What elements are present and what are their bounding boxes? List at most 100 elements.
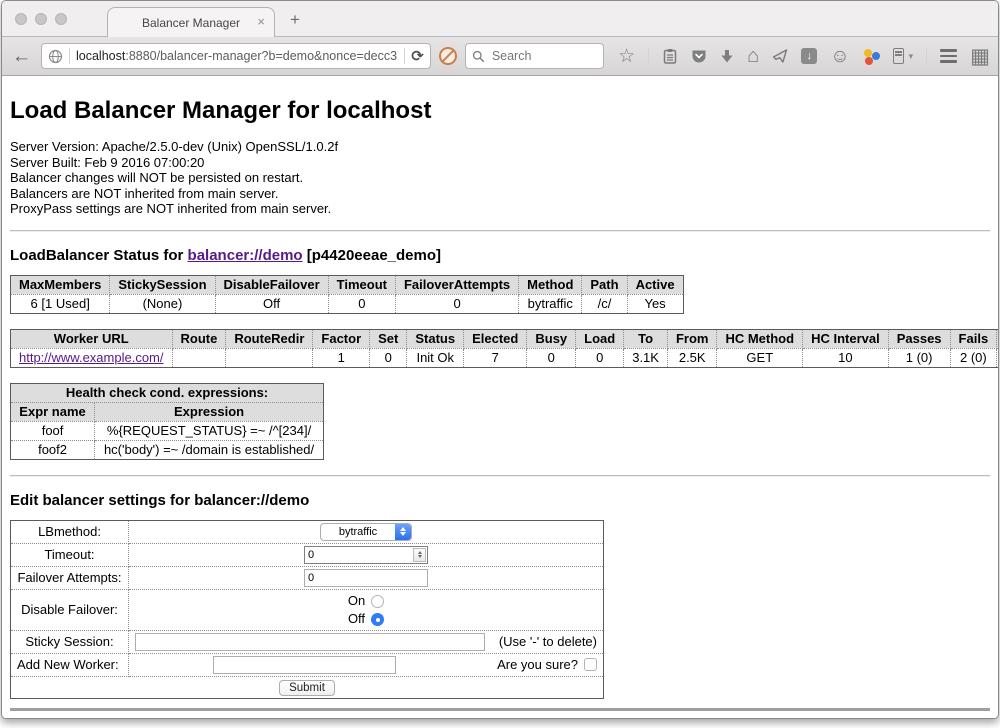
bookmarks-clipboard-icon[interactable] xyxy=(662,48,678,65)
col-busy: Busy xyxy=(527,329,576,348)
cell-maxmembers: 6 [1 Used] xyxy=(11,294,110,313)
sticky-session-input[interactable] xyxy=(135,633,485,651)
add-worker-label: Add New Worker: xyxy=(11,653,129,676)
cell-hc-interval: 10 xyxy=(803,348,889,367)
disable-failover-off-label: Off xyxy=(348,611,365,626)
disable-failover-on-radio[interactable] xyxy=(371,595,384,608)
col-expr-name: Expr name xyxy=(11,402,95,421)
sticky-session-label: Sticky Session: xyxy=(11,630,129,653)
form-row-failover: Failover Attempts: 0 xyxy=(11,566,604,589)
failover-attempts-label: Failover Attempts: xyxy=(11,566,129,589)
table-header-row: Expr name Expression xyxy=(11,402,324,421)
cell-hc-method: GET xyxy=(717,348,803,367)
col-hc-method: HC Method xyxy=(717,329,803,348)
bookmark-star-icon[interactable]: ☆ xyxy=(618,48,635,65)
col-status: Status xyxy=(407,329,464,348)
col-hc-interval: HC Interval xyxy=(803,329,889,348)
sticky-session-hint: (Use '-' to delete) xyxy=(499,634,597,649)
col-factor: Factor xyxy=(313,329,370,348)
cell-passes: 1 (0) xyxy=(888,348,950,367)
browser-window: Balancer Manager × + ← localhost:8880/ba… xyxy=(1,0,999,719)
cell-expression: %{REQUEST_STATUS} =~ /^[234]/ xyxy=(95,421,324,440)
zoom-window-button[interactable] xyxy=(55,13,67,25)
col-fails: Fails xyxy=(950,329,997,348)
downloads-icon[interactable] xyxy=(720,49,734,64)
are-you-sure-checkbox[interactable] xyxy=(584,658,597,671)
cell-elected: 7 xyxy=(464,348,527,367)
url-text[interactable]: localhost:8880/balancer-manager?b=demo&n… xyxy=(76,49,398,63)
cell-factor: 1 xyxy=(313,348,370,367)
new-tab-button[interactable]: + xyxy=(290,11,300,28)
blocked-plugin-icon[interactable] xyxy=(439,47,457,65)
divider xyxy=(10,475,990,477)
timeout-input[interactable]: 0 xyxy=(304,546,428,564)
toolbar-divider xyxy=(926,48,927,64)
table-row: 6 [1 Used] (None) Off 0 0 bytraffic /c/ … xyxy=(11,294,684,313)
select-stepper-icon xyxy=(395,524,411,540)
worker-url-link[interactable]: http://www.example.com/ xyxy=(19,350,164,365)
cell-route xyxy=(172,348,226,367)
disable-failover-off-radio[interactable] xyxy=(371,613,384,626)
cell-timeout: 0 xyxy=(328,294,395,313)
close-window-button[interactable] xyxy=(15,13,27,25)
tab-title: Balancer Manager xyxy=(142,16,240,30)
form-row-disable-failover: Disable Failover: On Off xyxy=(11,589,604,630)
window-controls xyxy=(15,13,67,25)
send-tab-icon[interactable] xyxy=(772,48,788,64)
cell-expr-name: foof2 xyxy=(11,440,95,459)
pocket-icon[interactable] xyxy=(691,49,707,64)
submit-button[interactable]: Submit xyxy=(279,680,335,696)
cell-busy: 0 xyxy=(527,348,576,367)
timeout-value: 0 xyxy=(305,549,413,561)
lbmethod-selected-value: bytraffic xyxy=(321,526,395,538)
add-worker-input[interactable] xyxy=(213,656,396,674)
search-icon xyxy=(472,50,485,63)
number-spinner-icon[interactable] xyxy=(413,548,426,562)
page-content: Load Balancer Manager for localhost Serv… xyxy=(2,76,998,719)
col-method: Method xyxy=(519,275,582,294)
balancer-link[interactable]: balancer://demo xyxy=(188,247,303,264)
minimize-window-button[interactable] xyxy=(35,13,47,25)
back-icon[interactable]: ← xyxy=(10,47,33,66)
table-row: foof2 hc('body') =~ /domain is establish… xyxy=(11,440,324,459)
lbmethod-select[interactable]: bytraffic xyxy=(320,523,412,541)
server-info: Server Version: Apache/2.5.0-dev (Unix) … xyxy=(10,139,990,217)
cell-failoverattempts: 0 xyxy=(395,294,518,313)
cell-to: 3.1K xyxy=(624,348,668,367)
search-bar[interactable] xyxy=(465,43,604,69)
table-title-row: Health check cond. expressions: xyxy=(11,383,324,402)
url-path: :8880/balancer-manager?b=demo&nonce=decc… xyxy=(125,49,398,63)
home-icon[interactable]: ⌂ xyxy=(747,48,759,65)
disable-failover-label: Disable Failover: xyxy=(11,589,129,630)
balancer-status-table: MaxMembers StickySession DisableFailover… xyxy=(10,275,684,314)
search-input[interactable] xyxy=(490,48,590,64)
failover-attempts-input[interactable]: 0 xyxy=(304,569,428,587)
col-failoverattempts: FailoverAttempts xyxy=(395,275,518,294)
form-row-add-worker: Add New Worker: Are you sure? xyxy=(11,653,604,676)
grid-extension-icon[interactable]: ▦ xyxy=(970,48,990,65)
notice-proxypass: ProxyPass settings are NOT inherited fro… xyxy=(10,201,990,217)
toolbar-divider xyxy=(648,48,649,64)
edit-balancer-heading: Edit balancer settings for balancer://de… xyxy=(10,492,990,509)
url-bar[interactable]: localhost:8880/balancer-manager?b=demo&n… xyxy=(41,43,431,69)
save-download-icon[interactable]: ↓ xyxy=(801,48,817,64)
chevron-down-icon[interactable]: ▾ xyxy=(909,48,914,65)
extension-dots-icon[interactable] xyxy=(863,48,880,65)
col-path: Path xyxy=(582,275,627,294)
tab-close-icon[interactable]: × xyxy=(257,15,265,28)
form-row-sticky: Sticky Session: (Use '-' to delete) xyxy=(11,630,604,653)
col-set: Set xyxy=(370,329,407,348)
reload-icon[interactable]: ⟳ xyxy=(411,47,424,65)
table-row: foof %{REQUEST_STATUS} =~ /^[234]/ xyxy=(11,421,324,440)
cell-method: bytraffic xyxy=(519,294,582,313)
chat-smiley-icon[interactable]: ☺ xyxy=(830,48,849,65)
are-you-sure-label: Are you sure? xyxy=(497,657,578,672)
url-host: localhost xyxy=(76,49,125,63)
cell-set: 0 xyxy=(370,348,407,367)
menu-hamburger-icon[interactable] xyxy=(940,49,957,63)
loadbalancer-status-heading: LoadBalancer Status for balancer://demo … xyxy=(10,247,990,264)
col-load: Load xyxy=(576,329,624,348)
device-sync-icon[interactable] xyxy=(893,48,904,64)
col-active: Active xyxy=(627,275,683,294)
browser-tab[interactable]: Balancer Manager × xyxy=(107,7,275,37)
